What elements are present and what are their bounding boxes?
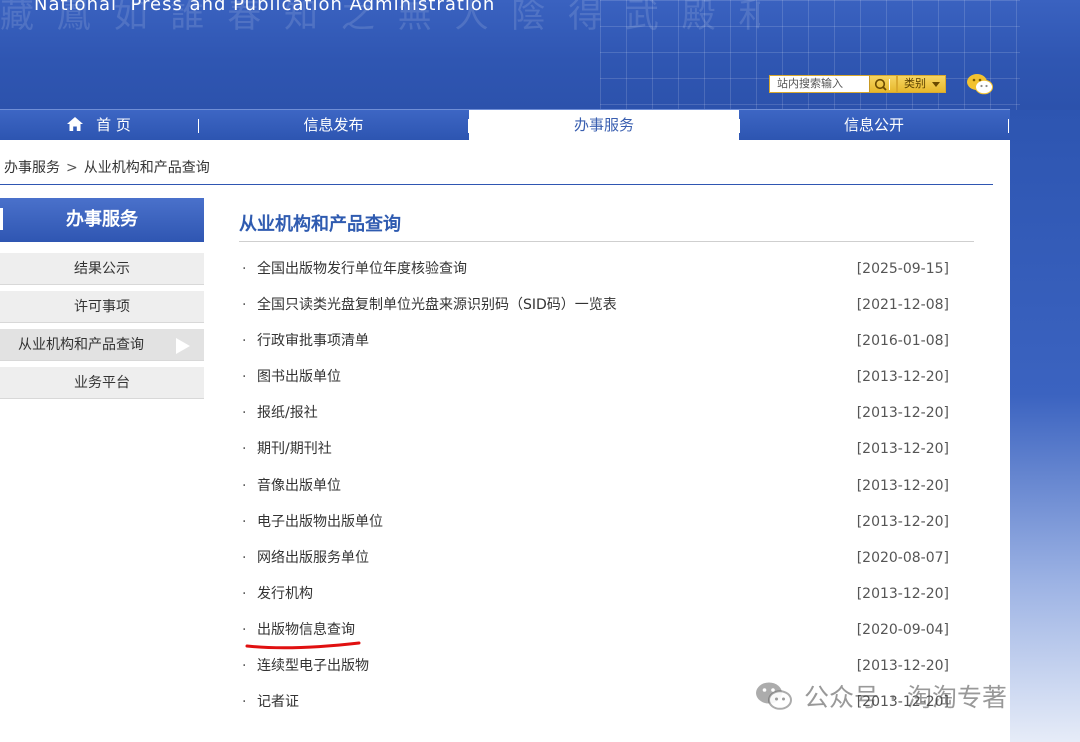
- wechat-logo-icon: [756, 682, 792, 710]
- list-item-link[interactable]: 音像出版单位: [257, 468, 341, 504]
- list-item[interactable]: · 网络出版服务单位 [2020-08-07]: [239, 540, 951, 576]
- list-item-date: [2016-01-08]: [856, 333, 949, 350]
- search-icon: [874, 78, 890, 91]
- title-divider: [239, 241, 974, 242]
- bullet-icon: ·: [242, 513, 247, 530]
- bullet-icon: ·: [242, 477, 247, 494]
- banner-grid-pattern: [600, 0, 1020, 110]
- list-item-date: [2021-12-08]: [856, 297, 949, 314]
- watermark-account-type: 公众号: [804, 683, 880, 712]
- list-item[interactable]: · 电子出版物出版单位 [2013-12-20]: [239, 504, 951, 540]
- bullet-icon: ·: [242, 585, 247, 602]
- list-item[interactable]: · 行政审批事项清单 [2016-01-08]: [239, 323, 951, 359]
- list-item[interactable]: · 期刊/期刊社 [2013-12-20]: [239, 431, 951, 467]
- nav-item-info-release[interactable]: 信息发布: [199, 110, 468, 141]
- list-item-link[interactable]: 记者证: [257, 684, 299, 720]
- breadcrumb-link-services[interactable]: 办事服务: [4, 160, 60, 176]
- nav-divider: [1008, 119, 1009, 133]
- bullet-icon: ·: [242, 297, 247, 314]
- sidebar-title-text: 办事服务: [66, 209, 138, 230]
- list-item-link[interactable]: 期刊/期刊社: [257, 431, 332, 467]
- breadcrumb-separator: >: [66, 160, 78, 176]
- sidebar-item-results[interactable]: 结果公示: [0, 253, 204, 285]
- list-item[interactable]: · 发行机构 [2013-12-20]: [239, 576, 951, 612]
- bullet-icon: ·: [242, 261, 247, 277]
- bullet-icon: ·: [242, 549, 247, 566]
- list-item-date: [2013-12-20]: [856, 369, 949, 386]
- arrow-right-icon: [176, 338, 190, 354]
- list-item-date: [2020-08-07]: [856, 549, 949, 566]
- nav-item-label: 首 页: [96, 116, 131, 134]
- list-item-link[interactable]: 全国出版物发行单位年度核验查询: [257, 251, 467, 287]
- bullet-icon: ·: [242, 658, 247, 675]
- list-item[interactable]: · 全国出版物发行单位年度核验查询 [2025-09-15]: [239, 251, 951, 287]
- watermark-separator: ·: [889, 683, 897, 712]
- list-item-date: [2013-12-20]: [856, 658, 949, 675]
- chevron-down-icon: [932, 82, 940, 87]
- breadcrumb-divider: [0, 184, 993, 185]
- list-item-link[interactable]: 发行机构: [257, 576, 313, 612]
- list-item-date: [2013-12-20]: [856, 585, 949, 602]
- list-item-link[interactable]: 报纸/报社: [257, 395, 318, 431]
- list-item[interactable]: · 报纸/报社 [2013-12-20]: [239, 395, 951, 431]
- list-item-date: [2013-12-20]: [856, 405, 949, 422]
- list-item[interactable]: · 连续型电子出版物 [2013-12-20]: [239, 648, 951, 684]
- banner-english-title: National Press and Publication Administr…: [34, 0, 496, 15]
- list-item[interactable]: · 音像出版单位 [2013-12-20]: [239, 468, 951, 504]
- red-underline-annotation: [245, 641, 361, 650]
- list-item-link[interactable]: 行政审批事项清单: [257, 323, 369, 359]
- list-item-date: [2013-12-20]: [856, 477, 949, 494]
- sidebar-item-label: 从业机构和产品查询: [18, 337, 144, 353]
- bullet-icon: ·: [242, 369, 247, 386]
- breadcrumb-current[interactable]: 从业机构和产品查询: [84, 160, 210, 176]
- nav-item-services[interactable]: 办事服务: [469, 110, 739, 141]
- list-item-link[interactable]: 网络出版服务单位: [257, 540, 369, 576]
- sidebar-item-business-platform[interactable]: 业务平台: [0, 367, 204, 399]
- bullet-icon: ·: [242, 441, 247, 458]
- wechat-watermark: 公众号 · 淘淘专著: [754, 680, 1007, 716]
- list-item-date: [2025-09-15]: [856, 261, 949, 277]
- list-item-link[interactable]: 图书出版单位: [257, 359, 341, 395]
- list-item-link[interactable]: 全国只读类光盘复制单位光盘来源识别码（SID码）一览表: [257, 287, 617, 323]
- list-item-date: [2013-12-20]: [856, 441, 949, 458]
- home-icon: [67, 117, 84, 131]
- site-banner: 藏 鳳 如 誰 春 知 之 無 人 陰 得 武 殿 和 以 者 俗 氣 二 是 …: [0, 0, 1080, 110]
- category-select-label: 类别: [904, 77, 926, 90]
- list-item[interactable]: · 图书出版单位 [2013-12-20]: [239, 359, 951, 395]
- page-title: 从业机构和产品查询: [239, 214, 401, 235]
- search-button[interactable]: [869, 75, 897, 93]
- bullet-icon: ·: [242, 694, 247, 711]
- list-item-link[interactable]: 电子出版物出版单位: [257, 504, 383, 540]
- list-item-date: [2020-09-04]: [856, 621, 949, 638]
- bullet-icon: ·: [242, 405, 247, 422]
- side-decoration: 0101010110101101001010110101011010101101…: [1010, 110, 1080, 742]
- main-nav: 首 页 信息发布 办事服务 信息公开: [0, 109, 1010, 141]
- nav-item-home[interactable]: 首 页: [0, 110, 197, 141]
- sidebar-item-institution-query[interactable]: 从业机构和产品查询: [0, 329, 204, 361]
- list-item-date: [2013-12-20]: [856, 513, 949, 530]
- wechat-icon[interactable]: [966, 73, 994, 95]
- sidebar-item-licenses[interactable]: 许可事项: [0, 291, 204, 323]
- sidebar-title: 办事服务: [0, 198, 204, 242]
- nav-item-info-disclosure[interactable]: 信息公开: [740, 110, 1008, 141]
- category-select[interactable]: 类别: [897, 75, 946, 93]
- site-search-input[interactable]: 站内搜索输入: [769, 75, 869, 93]
- breadcrumb: 办事服务 > 从业机构和产品查询: [4, 157, 210, 177]
- bullet-icon: ·: [242, 333, 247, 350]
- list-item[interactable]: · 全国只读类光盘复制单位光盘来源识别码（SID码）一览表 [2021-12-0…: [239, 287, 951, 323]
- watermark-account-name: 淘淘专著: [906, 683, 1007, 712]
- list-item-link[interactable]: 连续型电子出版物: [257, 648, 369, 684]
- sidebar-title-marker: [0, 208, 3, 230]
